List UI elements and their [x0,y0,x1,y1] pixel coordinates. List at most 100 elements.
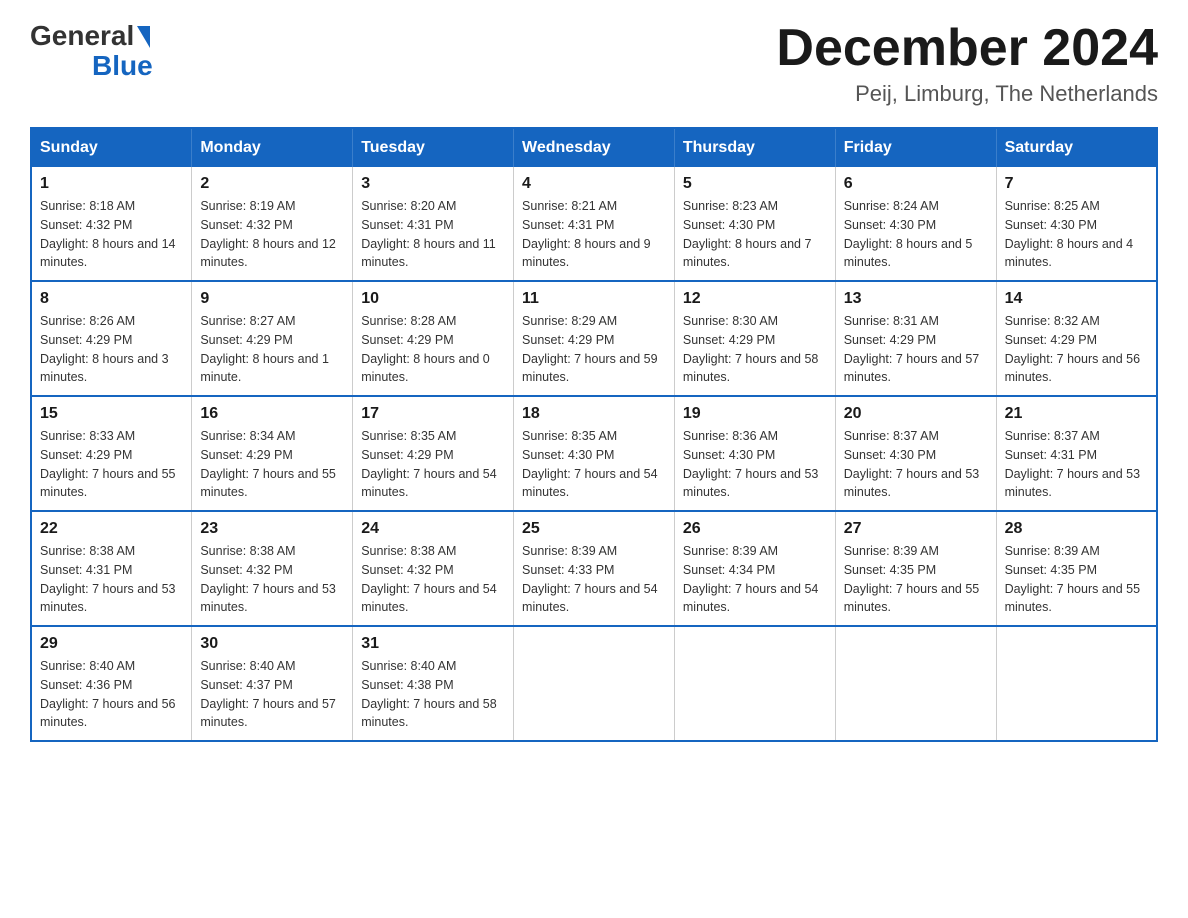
calendar-cell: 24 Sunrise: 8:38 AMSunset: 4:32 PMDaylig… [353,511,514,626]
day-number: 5 [683,175,827,193]
day-number: 21 [1005,405,1148,423]
col-sunday: Sunday [31,128,192,167]
day-number: 6 [844,175,988,193]
day-info: Sunrise: 8:36 AMSunset: 4:30 PMDaylight:… [683,429,819,499]
location-subtitle: Peij, Limburg, The Netherlands [776,81,1158,107]
calendar-cell: 2 Sunrise: 8:19 AMSunset: 4:32 PMDayligh… [192,167,353,281]
col-wednesday: Wednesday [514,128,675,167]
day-number: 12 [683,290,827,308]
calendar-cell: 20 Sunrise: 8:37 AMSunset: 4:30 PMDaylig… [835,396,996,511]
day-number: 29 [40,635,183,653]
day-number: 15 [40,405,183,423]
day-info: Sunrise: 8:31 AMSunset: 4:29 PMDaylight:… [844,314,980,384]
calendar-cell [835,626,996,741]
day-info: Sunrise: 8:33 AMSunset: 4:29 PMDaylight:… [40,429,176,499]
day-info: Sunrise: 8:39 AMSunset: 4:33 PMDaylight:… [522,544,658,614]
calendar-table: Sunday Monday Tuesday Wednesday Thursday… [30,127,1158,742]
calendar-cell: 26 Sunrise: 8:39 AMSunset: 4:34 PMDaylig… [674,511,835,626]
day-info: Sunrise: 8:39 AMSunset: 4:34 PMDaylight:… [683,544,819,614]
col-friday: Friday [835,128,996,167]
day-info: Sunrise: 8:30 AMSunset: 4:29 PMDaylight:… [683,314,819,384]
calendar-cell: 28 Sunrise: 8:39 AMSunset: 4:35 PMDaylig… [996,511,1157,626]
day-info: Sunrise: 8:38 AMSunset: 4:32 PMDaylight:… [200,544,336,614]
day-info: Sunrise: 8:29 AMSunset: 4:29 PMDaylight:… [522,314,658,384]
day-number: 31 [361,635,505,653]
col-thursday: Thursday [674,128,835,167]
calendar-cell [674,626,835,741]
col-saturday: Saturday [996,128,1157,167]
calendar-week-5: 29 Sunrise: 8:40 AMSunset: 4:36 PMDaylig… [31,626,1157,741]
day-info: Sunrise: 8:38 AMSunset: 4:31 PMDaylight:… [40,544,176,614]
calendar-cell: 3 Sunrise: 8:20 AMSunset: 4:31 PMDayligh… [353,167,514,281]
day-number: 20 [844,405,988,423]
day-info: Sunrise: 8:39 AMSunset: 4:35 PMDaylight:… [1005,544,1141,614]
day-number: 17 [361,405,505,423]
day-info: Sunrise: 8:26 AMSunset: 4:29 PMDaylight:… [40,314,169,384]
day-number: 23 [200,520,344,538]
day-number: 25 [522,520,666,538]
calendar-cell: 25 Sunrise: 8:39 AMSunset: 4:33 PMDaylig… [514,511,675,626]
page-header: General Blue December 2024 Peij, Limburg… [30,20,1158,107]
day-number: 2 [200,175,344,193]
day-info: Sunrise: 8:28 AMSunset: 4:29 PMDaylight:… [361,314,490,384]
day-info: Sunrise: 8:19 AMSunset: 4:32 PMDaylight:… [200,199,336,269]
day-number: 7 [1005,175,1148,193]
calendar-week-3: 15 Sunrise: 8:33 AMSunset: 4:29 PMDaylig… [31,396,1157,511]
day-info: Sunrise: 8:39 AMSunset: 4:35 PMDaylight:… [844,544,980,614]
day-info: Sunrise: 8:35 AMSunset: 4:29 PMDaylight:… [361,429,497,499]
day-number: 13 [844,290,988,308]
day-info: Sunrise: 8:20 AMSunset: 4:31 PMDaylight:… [361,199,496,269]
calendar-cell: 1 Sunrise: 8:18 AMSunset: 4:32 PMDayligh… [31,167,192,281]
calendar-cell: 12 Sunrise: 8:30 AMSunset: 4:29 PMDaylig… [674,281,835,396]
day-info: Sunrise: 8:40 AMSunset: 4:38 PMDaylight:… [361,659,497,729]
calendar-cell: 13 Sunrise: 8:31 AMSunset: 4:29 PMDaylig… [835,281,996,396]
day-number: 24 [361,520,505,538]
calendar-cell: 18 Sunrise: 8:35 AMSunset: 4:30 PMDaylig… [514,396,675,511]
calendar-cell: 5 Sunrise: 8:23 AMSunset: 4:30 PMDayligh… [674,167,835,281]
day-number: 30 [200,635,344,653]
calendar-week-4: 22 Sunrise: 8:38 AMSunset: 4:31 PMDaylig… [31,511,1157,626]
day-number: 1 [40,175,183,193]
col-tuesday: Tuesday [353,128,514,167]
calendar-week-2: 8 Sunrise: 8:26 AMSunset: 4:29 PMDayligh… [31,281,1157,396]
day-number: 11 [522,290,666,308]
calendar-cell [514,626,675,741]
calendar-header-row: Sunday Monday Tuesday Wednesday Thursday… [31,128,1157,167]
calendar-cell: 31 Sunrise: 8:40 AMSunset: 4:38 PMDaylig… [353,626,514,741]
calendar-cell: 21 Sunrise: 8:37 AMSunset: 4:31 PMDaylig… [996,396,1157,511]
calendar-cell [996,626,1157,741]
month-title: December 2024 [776,20,1158,77]
day-info: Sunrise: 8:23 AMSunset: 4:30 PMDaylight:… [683,199,812,269]
calendar-cell: 22 Sunrise: 8:38 AMSunset: 4:31 PMDaylig… [31,511,192,626]
calendar-cell: 8 Sunrise: 8:26 AMSunset: 4:29 PMDayligh… [31,281,192,396]
day-info: Sunrise: 8:25 AMSunset: 4:30 PMDaylight:… [1005,199,1134,269]
day-info: Sunrise: 8:37 AMSunset: 4:30 PMDaylight:… [844,429,980,499]
logo: General Blue [30,20,153,82]
calendar-cell: 14 Sunrise: 8:32 AMSunset: 4:29 PMDaylig… [996,281,1157,396]
logo-triangle-icon [137,26,150,48]
logo-blue-text: Blue [92,50,153,82]
day-number: 18 [522,405,666,423]
col-monday: Monday [192,128,353,167]
title-section: December 2024 Peij, Limburg, The Netherl… [776,20,1158,107]
day-info: Sunrise: 8:40 AMSunset: 4:37 PMDaylight:… [200,659,336,729]
calendar-cell: 27 Sunrise: 8:39 AMSunset: 4:35 PMDaylig… [835,511,996,626]
calendar-cell: 10 Sunrise: 8:28 AMSunset: 4:29 PMDaylig… [353,281,514,396]
day-info: Sunrise: 8:27 AMSunset: 4:29 PMDaylight:… [200,314,329,384]
calendar-cell: 23 Sunrise: 8:38 AMSunset: 4:32 PMDaylig… [192,511,353,626]
day-number: 3 [361,175,505,193]
calendar-cell: 16 Sunrise: 8:34 AMSunset: 4:29 PMDaylig… [192,396,353,511]
calendar-cell: 11 Sunrise: 8:29 AMSunset: 4:29 PMDaylig… [514,281,675,396]
calendar-week-1: 1 Sunrise: 8:18 AMSunset: 4:32 PMDayligh… [31,167,1157,281]
day-number: 4 [522,175,666,193]
day-info: Sunrise: 8:18 AMSunset: 4:32 PMDaylight:… [40,199,176,269]
day-info: Sunrise: 8:40 AMSunset: 4:36 PMDaylight:… [40,659,176,729]
day-number: 16 [200,405,344,423]
day-info: Sunrise: 8:37 AMSunset: 4:31 PMDaylight:… [1005,429,1141,499]
day-number: 19 [683,405,827,423]
day-number: 28 [1005,520,1148,538]
calendar-cell: 19 Sunrise: 8:36 AMSunset: 4:30 PMDaylig… [674,396,835,511]
day-info: Sunrise: 8:32 AMSunset: 4:29 PMDaylight:… [1005,314,1141,384]
calendar-cell: 15 Sunrise: 8:33 AMSunset: 4:29 PMDaylig… [31,396,192,511]
logo-general-text: General [30,20,134,52]
